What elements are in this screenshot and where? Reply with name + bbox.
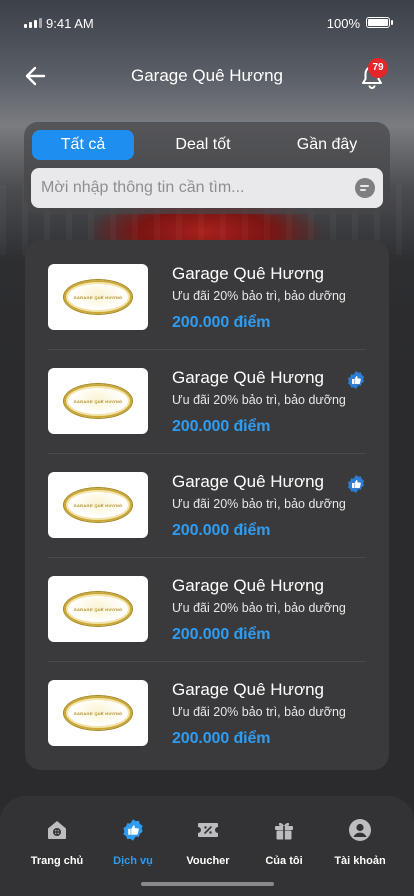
item-points: 200.000 điểm [172, 626, 271, 643]
gift-icon [275, 822, 293, 840]
garage-logo: GARAGE QUÊ HƯƠNG [48, 472, 148, 538]
item-description: Ưu đãi 20% bảo trì, bảo dưỡng [172, 393, 346, 407]
list-item[interactable]: GARAGE QUÊ HƯƠNG Garage Quê Hương Ưu đãi… [48, 240, 366, 350]
thumbs-up-icon [123, 819, 143, 841]
item-points: 200.000 điểm [172, 730, 271, 747]
item-points: 200.000 điểm [172, 314, 271, 331]
search-filter-icon[interactable] [355, 178, 375, 198]
account-icon [349, 819, 371, 841]
nav-label: Tài khoản [334, 855, 386, 867]
item-description: Ưu đãi 20% bảo trì, bảo dưỡng [172, 497, 346, 511]
nav-item-mine[interactable]: Của tôi [244, 818, 324, 867]
status-bar: 9:41 AM 100% [0, 0, 414, 46]
list-item[interactable]: GARAGE QUÊ HƯƠNG Garage Quê Hương Ưu đãi… [48, 558, 366, 662]
signal-icon [24, 18, 42, 28]
home-icon [48, 821, 66, 839]
item-title: Garage Quê Hương [172, 576, 324, 595]
filter-panel: Tất cả Deal tốt Gần đây [24, 122, 390, 214]
notification-badge: 79 [368, 58, 388, 78]
garage-logo: GARAGE QUÊ HƯƠNG [48, 576, 148, 642]
home-indicator [141, 882, 274, 886]
list-item[interactable]: GARAGE QUÊ HƯƠNG Garage Quê Hương Ưu đãi… [48, 350, 366, 454]
bottom-nav: Trang chủ Dịch vụ Voucher Của tôi Tài kh… [0, 796, 414, 896]
nav-label: Trang chủ [30, 855, 84, 867]
item-title: Garage Quê Hương [172, 264, 324, 283]
garage-list: GARAGE QUÊ HƯƠNG Garage Quê Hương Ưu đãi… [25, 240, 389, 770]
nav-item-services[interactable]: Dịch vụ [93, 818, 173, 867]
item-points: 200.000 điểm [172, 522, 271, 539]
battery-percent: 100% [326, 16, 360, 31]
header: Garage Quê Hương 79 [0, 54, 414, 98]
nav-label: Dịch vụ [113, 855, 153, 867]
voucher-icon [198, 823, 218, 837]
status-time: 9:41 AM [46, 16, 94, 31]
item-description: Ưu đãi 20% bảo trì, bảo dưỡng [172, 289, 346, 303]
item-description: Ưu đãi 20% bảo trì, bảo dưỡng [172, 705, 346, 719]
battery-icon [366, 17, 393, 28]
list-item[interactable]: GARAGE QUÊ HƯƠNG Garage Quê Hương Ưu đãi… [48, 454, 366, 558]
item-title: Garage Quê Hương [172, 368, 324, 387]
thumbs-up-icon[interactable] [346, 370, 366, 390]
garage-logo: GARAGE QUÊ HƯƠNG [48, 264, 148, 330]
tab-nearby[interactable]: Gần đây [272, 130, 382, 160]
nav-item-account[interactable]: Tài khoản [320, 818, 400, 867]
item-title: Garage Quê Hương [172, 680, 324, 699]
item-description: Ưu đãi 20% bảo trì, bảo dưỡng [172, 601, 346, 615]
page-title: Garage Quê Hương [131, 66, 283, 85]
filter-tabs: Tất cả Deal tốt Gần đây [32, 130, 382, 160]
item-title: Garage Quê Hương [172, 472, 324, 491]
garage-logo: GARAGE QUÊ HƯƠNG [48, 368, 148, 434]
search-input[interactable] [41, 168, 341, 208]
tab-all[interactable]: Tất cả [32, 130, 134, 160]
nav-label: Của tôi [265, 855, 303, 867]
garage-logo: GARAGE QUÊ HƯƠNG [48, 680, 148, 746]
nav-item-voucher[interactable]: Voucher [168, 818, 248, 867]
tab-good-deals[interactable]: Deal tốt [138, 130, 268, 160]
list-item[interactable]: GARAGE QUÊ HƯƠNG Garage Quê Hương Ưu đãi… [48, 662, 366, 766]
nav-item-home[interactable]: Trang chủ [17, 818, 97, 867]
search-bar [31, 168, 383, 208]
thumbs-up-icon[interactable] [346, 474, 366, 494]
item-points: 200.000 điểm [172, 418, 271, 435]
nav-label: Voucher [186, 855, 230, 867]
